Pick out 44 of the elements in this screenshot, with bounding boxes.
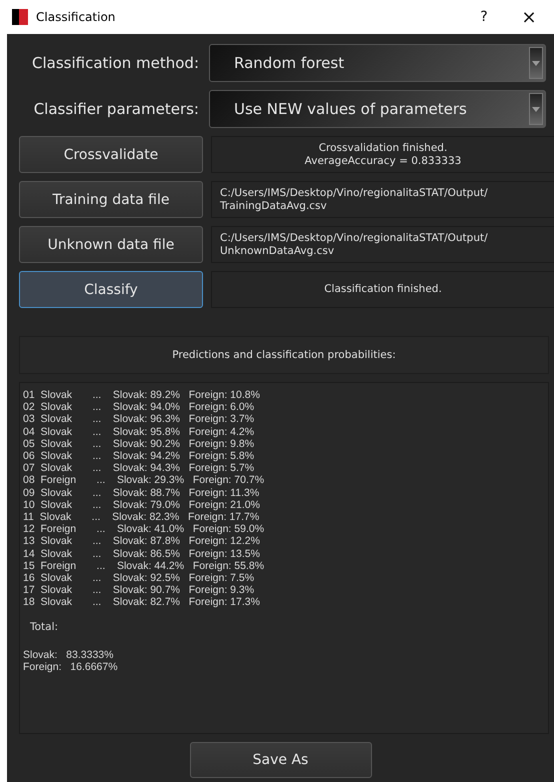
- help-button[interactable]: ?: [464, 9, 504, 25]
- total-line: Slovak: 83.3333%: [23, 648, 114, 661]
- app-logo-icon: [12, 9, 28, 25]
- result-line: 16 Slovak ... Slovak: 92.5% Foreign: 7.5%: [23, 572, 256, 584]
- dropdown[interactable]: Use NEW values of parameters: [209, 90, 546, 128]
- result-line: 10 Slovak ... Slovak: 79.0% Foreign: 21.0%: [23, 498, 261, 512]
- result-line: 04 Slovak ... Slovak: 95.8% Foreign: 4.2%: [23, 426, 256, 438]
- result-line: 08 Foreign ... Slovak: 29.3% Foreign: 70.7%: [23, 474, 266, 487]
- close-button[interactable]: ×: [504, 6, 554, 28]
- save-button[interactable]: Save As: [190, 742, 372, 778]
- action-button[interactable]: Unknown data file: [19, 226, 203, 263]
- status-text: AverageAccuracy = 0.833333: [304, 154, 462, 168]
- status-text: Classification finished.: [323, 283, 443, 296]
- dropdown[interactable]: Random forest: [209, 44, 546, 82]
- caret-icon: [529, 47, 543, 79]
- caret-icon: [529, 93, 543, 125]
- result-line: 13 Slovak ... Slovak: 87.8% Foreign: 12.2%: [23, 535, 261, 548]
- result-line: 01 Slovak ... Slovak: 89.2% Foreign: 10.8%: [23, 389, 261, 402]
- header-text: Predictions and classification probabilities:: [172, 349, 396, 361]
- action-button[interactable]: Crossvalidate: [19, 136, 203, 173]
- result-line: 11 Slovak ... Slovak: 82.3% Foreign: 17.7%: [23, 511, 260, 524]
- window-title: Classification: [36, 10, 116, 24]
- result-line: 09 Slovak ... Slovak: 88.7% Foreign: 11.3%: [23, 486, 260, 499]
- field-label: Classification method:: [31, 54, 199, 72]
- status-text: C:/Users/IMS/Desktop/Vino/regionalitaSTAT/Output/: [220, 186, 489, 200]
- result-line: 15 Foreign ... Slovak: 44.2% Foreign: 55.8%: [23, 560, 266, 572]
- total-label: Total:: [30, 620, 60, 633]
- action-button[interactable]: Training data file: [19, 181, 203, 218]
- result-line: 07 Slovak ... Slovak: 94.3% Foreign: 5.7%: [23, 462, 256, 474]
- status-text: TrainingDataAvg.csv: [220, 200, 328, 212]
- status-text: Crossvalidation finished.: [318, 142, 448, 154]
- field-label: Classifier parameters:: [32, 100, 199, 118]
- result-line: 12 Foreign ... Slovak: 41.0% Foreign: 59.0%: [23, 523, 266, 536]
- status-text: C:/Users/IMS/Desktop/Vino/regionalitaSTAT/Output/: [220, 232, 489, 244]
- status-text: UnknownDataAvg.csv: [220, 244, 336, 258]
- action-button[interactable]: Classify: [19, 271, 203, 308]
- result-line: 17 Slovak ... Slovak: 90.7% Foreign: 9.3%: [23, 584, 256, 596]
- result-line: 06 Slovak ... Slovak: 94.2% Foreign: 5.8%: [23, 450, 256, 462]
- result-line: 02 Slovak ... Slovak: 94.0% Foreign: 6.0%: [23, 401, 256, 414]
- total-line: Foreign: 16.6667%: [23, 660, 119, 674]
- result-line: 14 Slovak ... Slovak: 86.5% Foreign: 13.5%: [23, 548, 261, 560]
- result-line: 05 Slovak ... Slovak: 90.2% Foreign: 9.8%: [23, 438, 256, 450]
- result-line: 18 Slovak ... Slovak: 82.7% Foreign: 17.3%: [23, 596, 261, 609]
- result-line: 03 Slovak ... Slovak: 96.3% Foreign: 3.7%: [23, 413, 256, 426]
